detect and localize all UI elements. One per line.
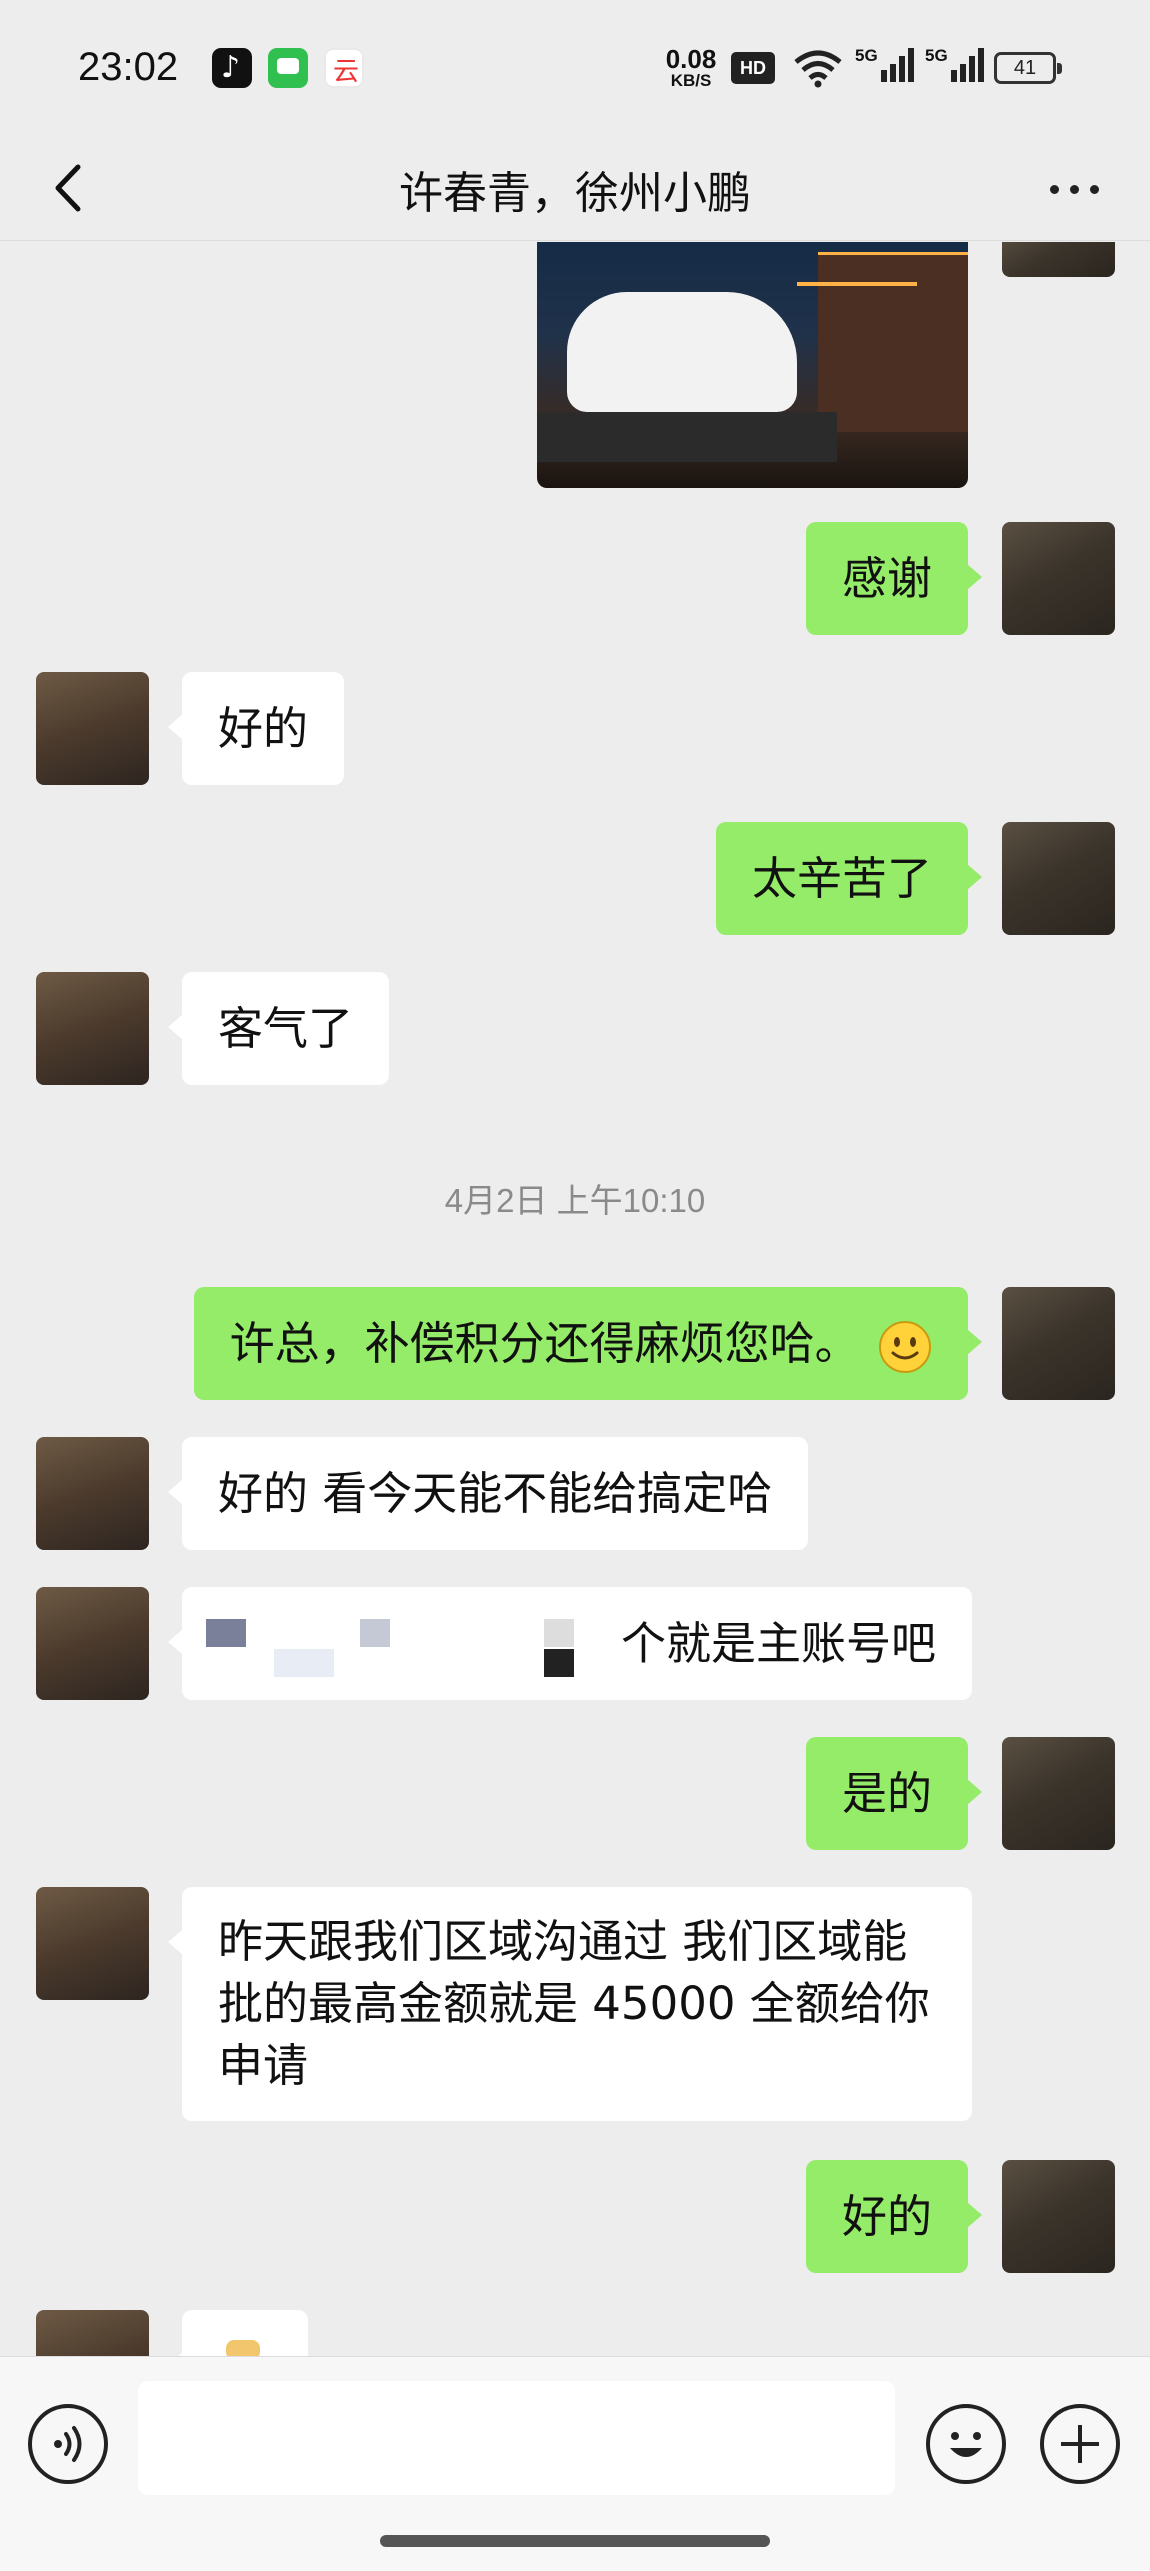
battery-icon: 41 xyxy=(994,52,1062,84)
message-timestamp: 4月2日 上午10:10 xyxy=(444,1182,706,1219)
redacted-text xyxy=(544,1619,574,1647)
status-bar: 23:02 0.08 KB/S HD 5G 5G 41 xyxy=(0,0,1150,135)
avatar-contact[interactable] xyxy=(36,1887,149,2000)
redacted-text xyxy=(274,1649,334,1677)
redacted-text xyxy=(206,1619,246,1647)
avatar-contact[interactable] xyxy=(36,672,149,785)
message-bubble-me[interactable]: 太辛苦了 xyxy=(715,822,983,935)
message-bubble-contact[interactable]: 好的 看今天能不能给搞定哈 xyxy=(167,1437,809,1550)
message-bubble-me[interactable]: 感谢 xyxy=(805,522,983,635)
message-text: 许总，补偿积分还得麻烦您哈。 xyxy=(229,1317,860,1370)
avatar-me[interactable] xyxy=(1002,822,1115,935)
message-bubble-contact[interactable]: 好的 xyxy=(167,672,345,785)
network-speed-value: 0.08 xyxy=(665,44,717,74)
message-bubble-me[interactable]: 是的 xyxy=(805,1737,983,1850)
avatar-me[interactable] xyxy=(1002,1287,1115,1400)
avatar-me[interactable] xyxy=(1002,242,1115,277)
redacted-text xyxy=(360,1619,390,1647)
avatar-contact[interactable] xyxy=(36,1587,149,1700)
message-text: 个就是主账号吧 xyxy=(620,1617,936,1670)
avatar-me[interactable] xyxy=(1002,2160,1115,2273)
chat-title: 许春青，徐州小鹏 xyxy=(399,168,751,219)
emoji-icon xyxy=(226,2340,260,2356)
avatar-me[interactable] xyxy=(1002,522,1115,635)
signal-icon-sim2: 5G xyxy=(925,46,987,86)
avatar-contact[interactable] xyxy=(36,972,149,1085)
signal-icon-sim1: 5G xyxy=(855,46,917,86)
message-icon xyxy=(268,48,308,88)
hd-icon: HD xyxy=(731,52,775,84)
message-bubble-contact[interactable]: 昨天跟我们区域沟通过 我们区域能批的最高金额就是 45000 全额给你申请 xyxy=(168,1887,972,2121)
chat-header: 许春青，徐州小鹏 xyxy=(0,135,1150,241)
message-list[interactable]: 感谢 好的 太辛苦了 客气了 4月2日 上午10:10 许总，补偿积分还得麻烦您… xyxy=(0,242,1150,2356)
message-bubble-contact[interactable]: 个就是主账号吧 xyxy=(168,1587,972,1700)
home-indicator[interactable] xyxy=(380,2535,770,2547)
network-speed-unit: KB/S xyxy=(670,71,712,90)
message-bubble-me[interactable]: 好的 xyxy=(805,2160,983,2273)
smile-emoji xyxy=(879,1321,931,1373)
signal-type-label: 5G xyxy=(855,46,878,65)
image-message[interactable] xyxy=(537,242,968,488)
emoji-face-icon[interactable] xyxy=(926,2404,1006,2484)
status-time: 23:02 xyxy=(78,45,179,89)
avatar-me[interactable] xyxy=(1002,1737,1115,1850)
plus-icon[interactable] xyxy=(1040,2404,1120,2484)
message-input[interactable] xyxy=(138,2381,895,2495)
network-speed: 0.08 KB/S xyxy=(660,46,722,89)
avatar-contact[interactable] xyxy=(36,2310,149,2356)
wifi-icon xyxy=(794,50,842,88)
input-bar xyxy=(0,2356,1150,2571)
cloud-icon xyxy=(324,48,364,88)
voice-icon[interactable] xyxy=(28,2404,108,2484)
message-bubble-contact[interactable]: 客气了 xyxy=(167,972,390,1085)
message-bubble-me[interactable]: 许总，补偿积分还得麻烦您哈。 xyxy=(193,1287,983,1400)
more-dots-icon[interactable] xyxy=(1040,161,1110,217)
message-bubble-contact[interactable] xyxy=(168,2310,308,2356)
signal-type-label: 5G xyxy=(925,46,948,65)
tiktok-icon xyxy=(212,48,252,88)
battery-level: 41 xyxy=(1013,57,1037,79)
redacted-text xyxy=(544,1649,574,1677)
avatar-contact[interactable] xyxy=(36,1437,149,1550)
